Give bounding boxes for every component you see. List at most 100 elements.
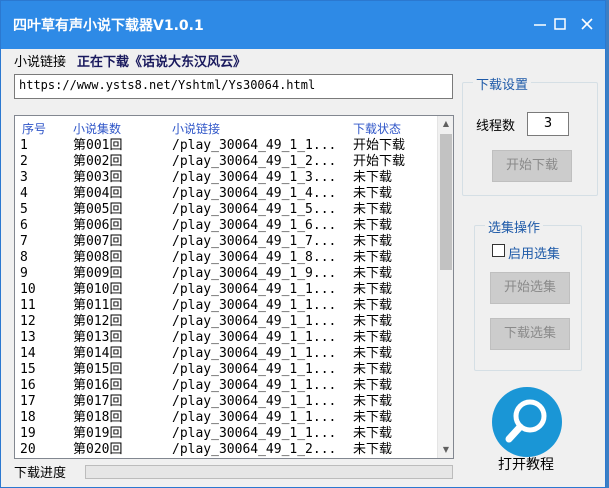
row-link: /play_30064_49_1_1...	[172, 426, 337, 441]
row-status: 未下载	[353, 266, 393, 281]
row-link: /play_30064_49_1_3...	[172, 170, 337, 185]
start-download-button[interactable]: 开始下载	[492, 150, 572, 182]
row-link: /play_30064_49_1_1...	[172, 394, 337, 409]
row-link: /play_30064_49_1_1...	[172, 282, 337, 297]
row-index: 6	[20, 218, 28, 233]
list-row[interactable]: 16 第016回/play_30064_49_1_1... 未下载	[15, 378, 439, 394]
header-link[interactable]: 小说链接	[172, 120, 220, 137]
enable-selection-checkbox[interactable]	[492, 244, 505, 257]
row-status: 未下载	[353, 378, 393, 393]
list-row[interactable]: 4 第004回/play_30064_49_1_4... 未下载	[15, 186, 439, 202]
row-status: 未下载	[353, 234, 393, 249]
list-row[interactable]: 3 第003回/play_30064_49_1_3... 未下载	[15, 170, 439, 186]
row-status: 未下载	[353, 298, 393, 313]
row-index: 14	[20, 346, 36, 361]
close-icon[interactable]	[576, 13, 598, 35]
title-bar[interactable]: 四叶草有声小说下载器V1.0.1	[1, 1, 605, 49]
row-episode: 第018回	[73, 410, 123, 425]
row-status: 未下载	[353, 314, 393, 329]
row-episode: 第013回	[73, 330, 123, 345]
row-episode: 第019回	[73, 426, 123, 441]
row-status: 未下载	[353, 330, 393, 345]
row-episode: 第005回	[73, 202, 123, 217]
row-index: 1	[20, 138, 28, 153]
scroll-thumb[interactable]	[440, 134, 452, 270]
maximize-icon[interactable]	[549, 13, 571, 35]
row-episode: 第003回	[73, 170, 123, 185]
row-link: /play_30064_49_1_4...	[172, 186, 337, 201]
url-input[interactable]: https://www.ysts8.net/Yshtml/Ys30064.htm…	[14, 74, 453, 99]
start-selection-button[interactable]: 开始选集	[490, 272, 570, 304]
row-index: 16	[20, 378, 36, 393]
row-episode: 第010回	[73, 282, 123, 297]
scroll-down-arrow-icon[interactable]: ▼	[438, 442, 453, 458]
row-episode: 第011回	[73, 298, 123, 313]
list-row[interactable]: 18 第018回/play_30064_49_1_1... 未下载	[15, 410, 439, 426]
row-link: /play_30064_49_1_1...	[172, 362, 337, 377]
row-link: /play_30064_49_1_2...	[172, 442, 337, 457]
list-row[interactable]: 5 第005回/play_30064_49_1_5... 未下载	[15, 202, 439, 218]
threads-input[interactable]: 3	[527, 112, 569, 136]
download-selection-button[interactable]: 下载选集	[490, 318, 570, 350]
row-status: 未下载	[353, 186, 393, 201]
row-index: 11	[20, 298, 36, 313]
row-status: 开始下载	[353, 154, 406, 169]
list-row[interactable]: 7 第007回/play_30064_49_1_7... 未下载	[15, 234, 439, 250]
progress-label: 下载进度	[14, 466, 67, 481]
row-status: 未下载	[353, 346, 393, 361]
row-status: 未下载	[353, 282, 393, 297]
row-link: /play_30064_49_1_1...	[172, 138, 337, 153]
download-progress-bar	[85, 465, 453, 479]
row-link: /play_30064_49_1_1...	[172, 378, 337, 393]
row-index: 12	[20, 314, 36, 329]
row-episode: 第009回	[73, 266, 123, 281]
list-row[interactable]: 1 第001回/play_30064_49_1_1... 开始下载	[15, 138, 439, 154]
row-episode: 第015回	[73, 362, 123, 377]
list-row[interactable]: 10 第010回/play_30064_49_1_1... 未下载	[15, 282, 439, 298]
row-index: 17	[20, 394, 36, 409]
row-link: /play_30064_49_1_1...	[172, 330, 337, 345]
row-index: 2	[20, 154, 28, 169]
header-status[interactable]: 下载状态	[353, 120, 401, 137]
app-window: 四叶草有声小说下载器V1.0.1 小说链接 正在下载《话说大东汉风云》 http…	[0, 0, 606, 488]
row-status: 未下载	[353, 170, 393, 185]
vertical-scrollbar[interactable]: ▲ ▼	[437, 116, 453, 458]
selection-group-title: 选集操作	[485, 217, 544, 236]
list-row[interactable]: 9 第009回/play_30064_49_1_9... 未下载	[15, 266, 439, 282]
list-row[interactable]: 11 第011回/play_30064_49_1_1... 未下载	[15, 298, 439, 314]
list-row[interactable]: 19 第019回/play_30064_49_1_1... 未下载	[15, 426, 439, 442]
list-row[interactable]: 12 第012回/play_30064_49_1_1... 未下载	[15, 314, 439, 330]
threads-label: 线程数	[476, 119, 516, 134]
row-status: 未下载	[353, 394, 393, 409]
row-link: /play_30064_49_1_1...	[172, 314, 337, 329]
header-index[interactable]: 序号	[22, 120, 46, 137]
list-row[interactable]: 20 第020回/play_30064_49_1_2... 未下载	[15, 442, 439, 458]
list-row[interactable]: 8 第008回/play_30064_49_1_8... 未下载	[15, 250, 439, 266]
chapter-list[interactable]: 序号 小说集数 小说链接 下载状态 1 第001回/play_30064_49_1…	[14, 115, 454, 459]
row-episode: 第001回	[73, 138, 123, 153]
list-row[interactable]: 13 第013回/play_30064_49_1_1... 未下载	[15, 330, 439, 346]
row-link: /play_30064_49_1_1...	[172, 410, 337, 425]
header-episode[interactable]: 小说集数	[73, 120, 121, 137]
row-status: 未下载	[353, 202, 393, 217]
list-row[interactable]: 14 第014回/play_30064_49_1_1... 未下载	[15, 346, 439, 362]
row-link: /play_30064_49_1_9...	[172, 266, 337, 281]
row-index: 15	[20, 362, 36, 377]
row-index: 8	[20, 250, 28, 265]
scroll-up-arrow-icon[interactable]: ▲	[438, 116, 453, 132]
row-link: /play_30064_49_1_6...	[172, 218, 337, 233]
row-index: 20	[20, 442, 36, 457]
list-row[interactable]: 15 第015回/play_30064_49_1_1... 未下载	[15, 362, 439, 378]
enable-selection-label[interactable]: 启用选集	[508, 243, 560, 262]
open-tutorial-label[interactable]: 打开教程	[498, 454, 554, 474]
row-status: 未下载	[353, 362, 393, 377]
row-index: 18	[20, 410, 36, 425]
list-row[interactable]: 2 第002回/play_30064_49_1_2... 开始下载	[15, 154, 439, 170]
list-row[interactable]: 17 第017回/play_30064_49_1_1... 未下载	[15, 394, 439, 410]
list-row[interactable]: 6 第006回/play_30064_49_1_6... 未下载	[15, 218, 439, 234]
minimize-icon[interactable]	[529, 13, 551, 35]
search-icon[interactable]	[490, 385, 564, 459]
row-index: 19	[20, 426, 36, 441]
row-index: 4	[20, 186, 28, 201]
novel-link-label: 小说链接	[14, 55, 67, 70]
